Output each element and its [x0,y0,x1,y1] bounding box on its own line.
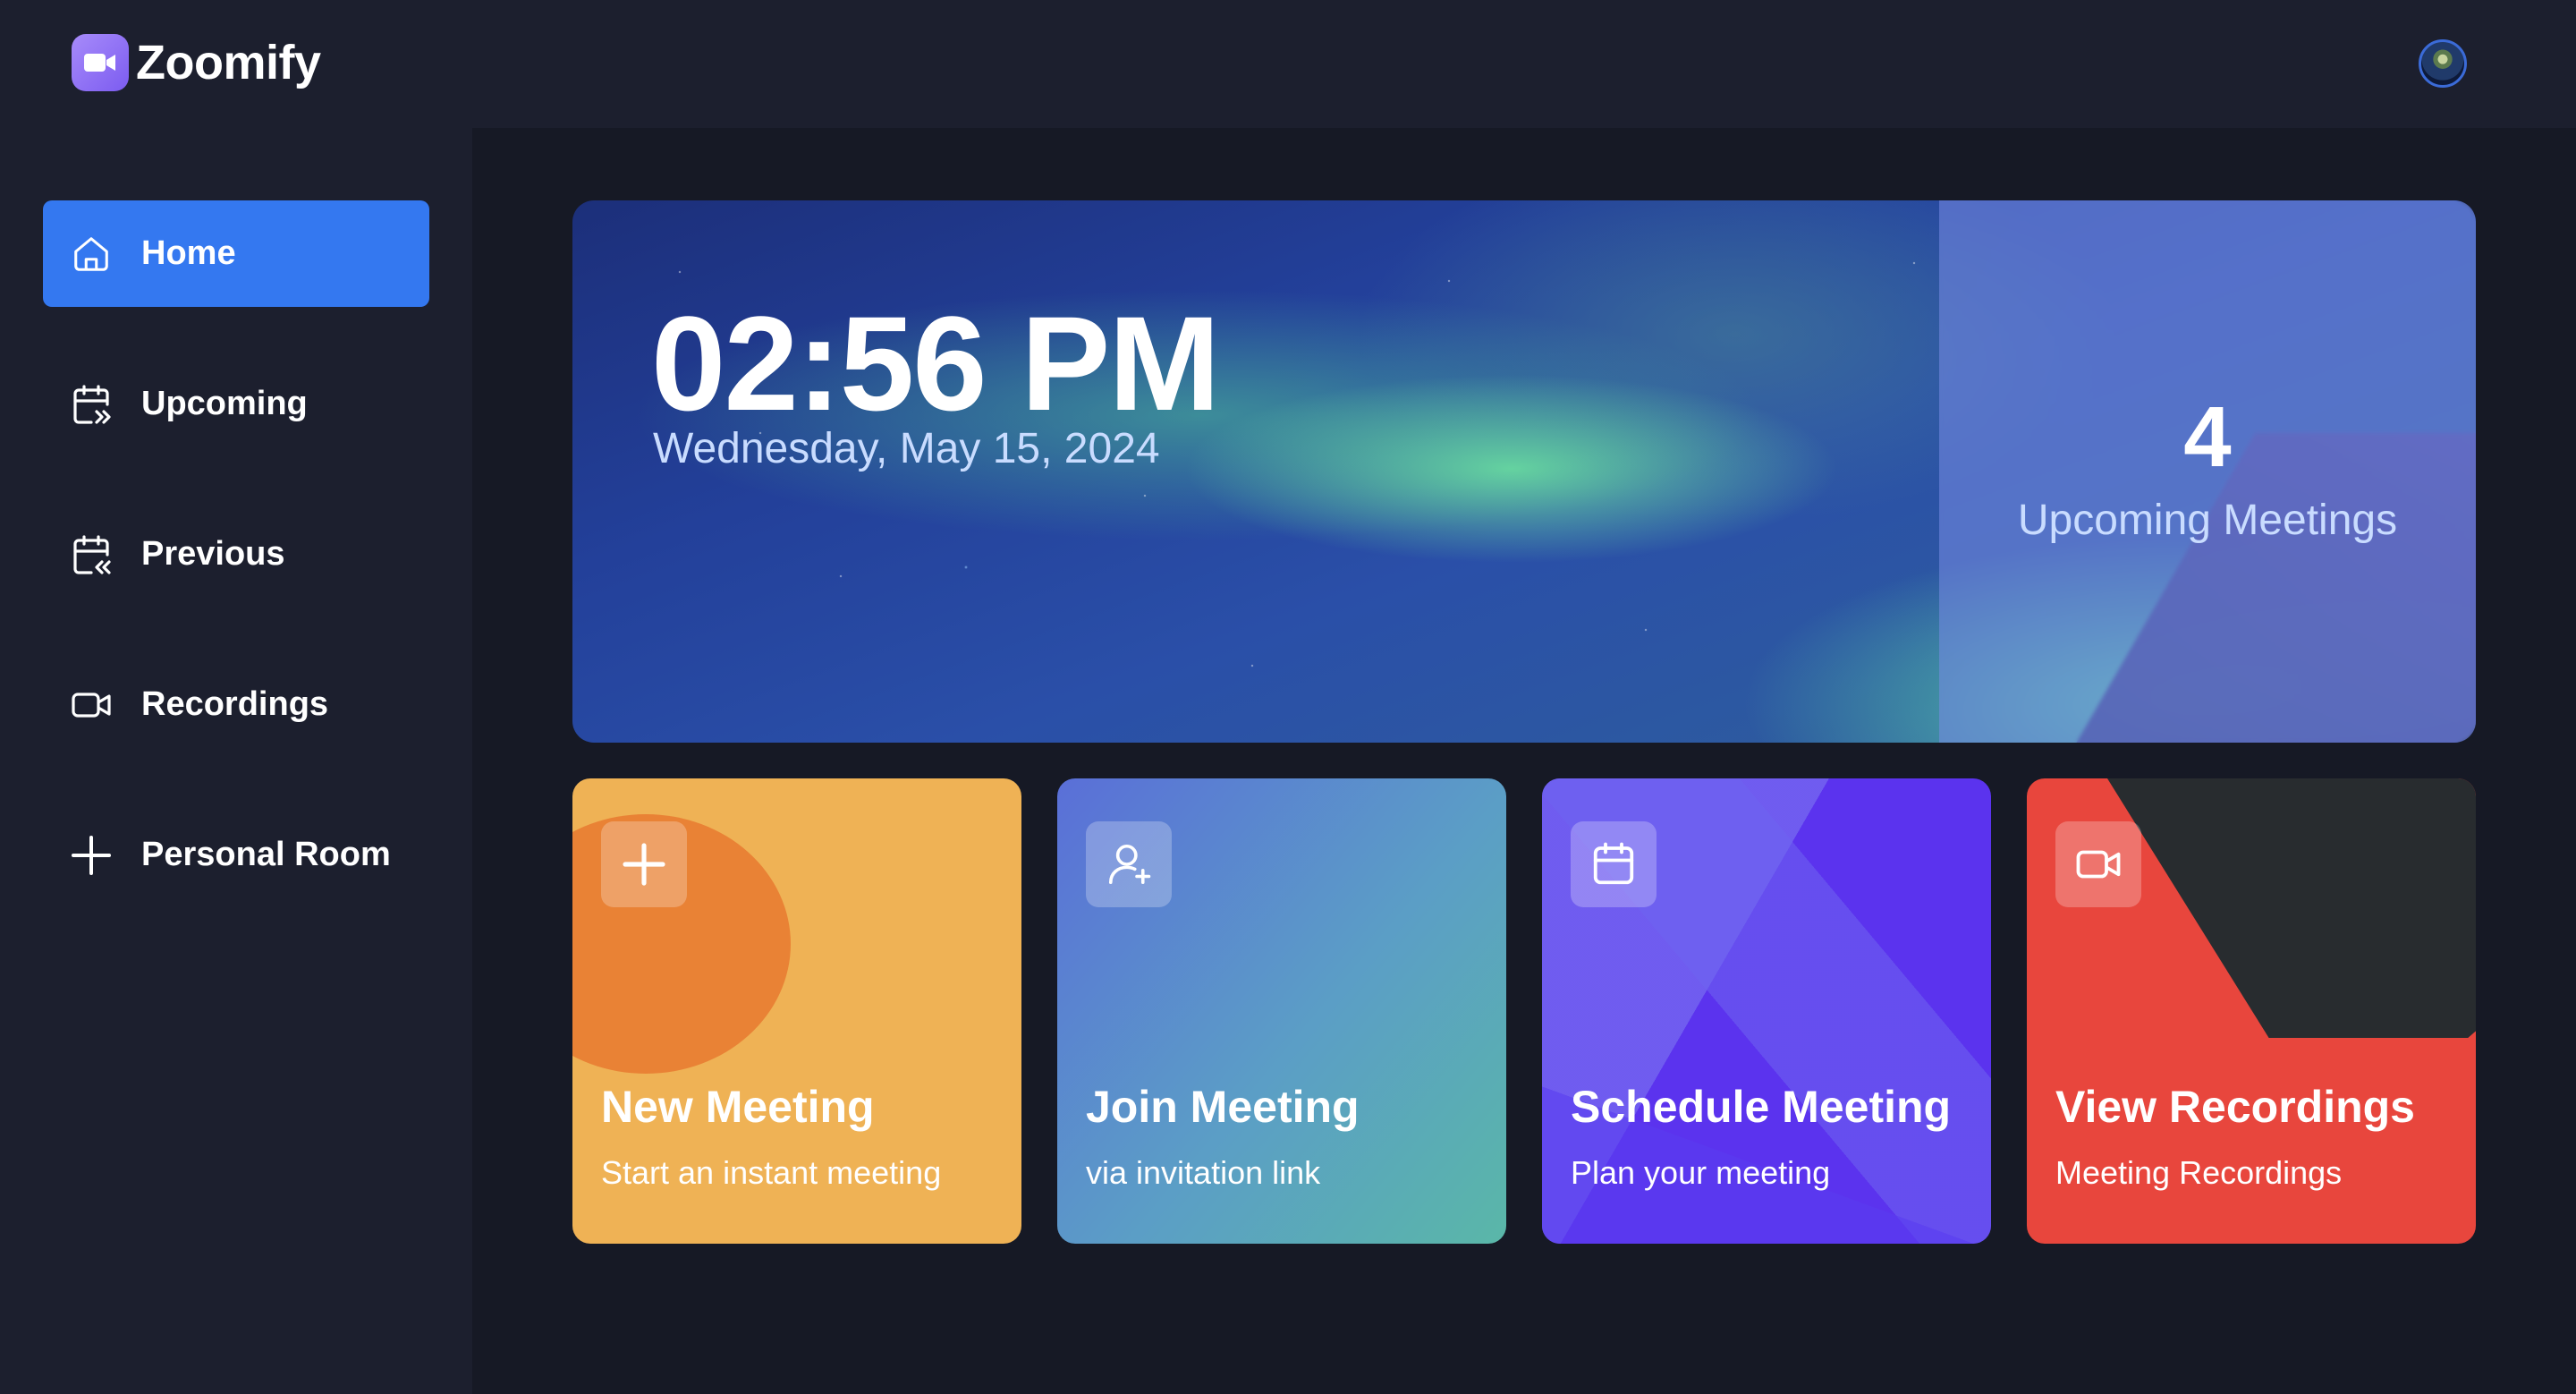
sidebar-item-label: Upcoming [141,385,308,422]
video-icon [70,684,113,727]
user-plus-icon [1086,821,1172,907]
card-subtitle: Meeting Recordings [2055,1154,2343,1191]
card-subtitle: Plan your meeting [1571,1154,1831,1191]
user-avatar[interactable] [2419,39,2467,88]
current-time: 02:56 PM [651,288,1220,438]
sidebar-item-personal-room[interactable]: Personal Room [43,802,429,908]
card-subtitle: Start an instant meeting [601,1154,942,1191]
current-date: Wednesday, May 15, 2024 [653,425,1160,472]
sidebar-item-recordings[interactable]: Recordings [43,651,429,758]
sidebar-item-label: Personal Room [141,836,391,873]
card-decoration [2107,778,2476,1038]
upcoming-meetings-label: Upcoming Meetings [2017,497,2398,544]
top-navbar: Zoomify [0,0,2576,128]
sidebar [0,128,472,1394]
card-title: New Meeting [601,1082,875,1132]
calendar-icon [1571,821,1657,907]
sidebar-item-upcoming[interactable]: Upcoming [43,351,429,457]
sidebar-item-previous[interactable]: Previous [43,501,429,608]
card-title: View Recordings [2055,1082,2415,1132]
sidebar-item-label: Recordings [141,685,329,723]
sidebar-item-label: Home [141,234,236,272]
join-meeting-card[interactable]: Join Meeting via invitation link [1057,778,1506,1244]
card-subtitle: via invitation link [1086,1154,1321,1191]
hero-banner: 02:56 PM Wednesday, May 15, 2024 4 Upcom… [572,200,2476,743]
video-camera-icon [72,34,129,91]
card-title: Schedule Meeting [1571,1082,1952,1132]
brand-link[interactable]: Zoomify [72,34,321,91]
home-icon [70,233,113,276]
app-name: Zoomify [136,36,321,89]
calendar-back-icon [70,533,113,576]
sidebar-item-label: Previous [141,535,285,573]
schedule-meeting-card[interactable]: Schedule Meeting Plan your meeting [1542,778,1991,1244]
new-meeting-card[interactable]: New Meeting Start an instant meeting [572,778,1021,1244]
card-title: Join Meeting [1086,1082,1360,1132]
view-recordings-card[interactable]: View Recordings Meeting Recordings [2027,778,2476,1244]
upcoming-meetings-count: 4 [2183,389,2232,485]
video-icon [2055,821,2141,907]
plus-icon [601,821,687,907]
calendar-forward-icon [70,383,113,426]
sidebar-item-home[interactable]: Home [43,200,429,307]
plus-icon [70,834,113,877]
